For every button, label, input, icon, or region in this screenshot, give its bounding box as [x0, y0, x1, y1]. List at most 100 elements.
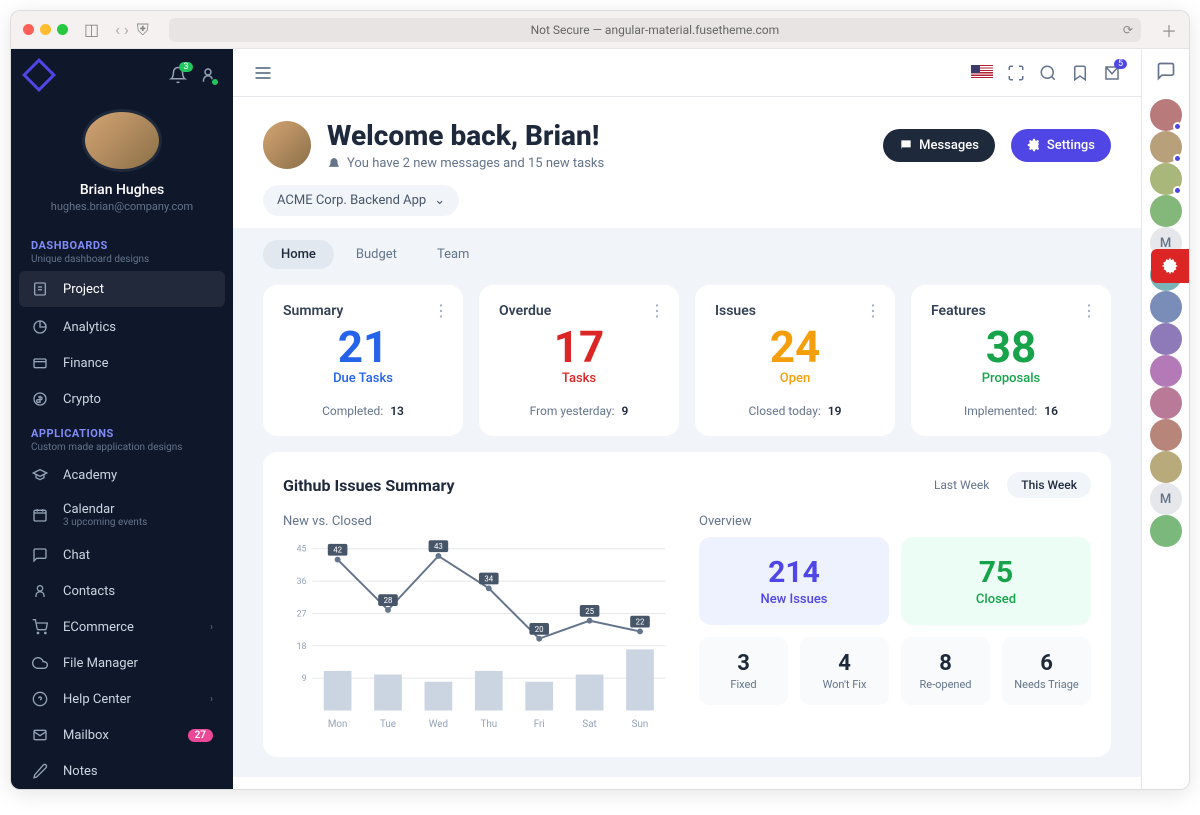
menu-icon[interactable] [253, 63, 273, 83]
contact-avatar[interactable] [1150, 515, 1182, 547]
settings-button[interactable]: Settings [1011, 129, 1111, 162]
card-issues: Issues⋮24OpenClosed today: 19 [695, 285, 895, 436]
card-menu-icon[interactable]: ⋮ [1081, 301, 1097, 320]
sidebar-item-crypto[interactable]: Crypto [11, 381, 233, 417]
contact-letter[interactable]: M [1150, 483, 1182, 515]
flag-icon[interactable] [971, 65, 993, 80]
tab-home[interactable]: Home [263, 240, 334, 269]
sidebar-item-analytics[interactable]: Analytics [11, 309, 233, 345]
svg-text:18: 18 [297, 642, 307, 652]
card-features: Features⋮38ProposalsImplemented: 16 [911, 285, 1111, 436]
url-bar[interactable]: Not Secure — angular-material.fusetheme.… [169, 18, 1141, 42]
card-menu-icon[interactable]: ⋮ [433, 301, 449, 320]
project-selector[interactable]: ACME Corp. Backend App ⌄ [263, 185, 459, 216]
messages-button[interactable]: Messages [883, 129, 995, 162]
ecommerce-icon [31, 618, 49, 636]
nav-forward-icon[interactable]: › [124, 20, 129, 39]
mailbox-icon [31, 726, 49, 744]
section-dashboards-sub: Unique dashboard designs [31, 254, 213, 265]
sidebar-item-chat[interactable]: Chat [11, 537, 233, 573]
header-avatar [263, 121, 311, 169]
contact-avatar[interactable] [1150, 419, 1182, 451]
svg-text:28: 28 [384, 596, 393, 605]
sidebar-item-file-manager[interactable]: File Manager [11, 645, 233, 681]
chat-icon[interactable] [1156, 61, 1176, 81]
card-summary: Summary⋮21Due TasksCompleted: 13 [263, 285, 463, 436]
contact-avatar[interactable] [1150, 323, 1182, 355]
notifications-icon[interactable]: 3 [169, 66, 187, 84]
user-status-icon[interactable] [199, 66, 217, 84]
contact-avatar[interactable] [1150, 131, 1182, 163]
card-menu-icon[interactable]: ⋮ [865, 301, 881, 320]
contact-avatar[interactable] [1150, 163, 1182, 195]
refresh-icon[interactable]: ⟳ [1123, 23, 1133, 37]
svg-text:Mon: Mon [328, 719, 348, 730]
sidebar-item-help-center[interactable]: Help Center› [11, 681, 233, 717]
sidebar-item-calendar[interactable]: Calendar3 upcoming events [11, 493, 233, 537]
contact-avatar[interactable] [1150, 99, 1182, 131]
svg-text:45: 45 [297, 545, 307, 555]
browser-toolbar: ◫ ‹ › ⛨ Not Secure — angular-material.fu… [11, 11, 1189, 49]
overview-re-opened: 8Re-opened [901, 637, 990, 705]
search-icon[interactable] [1039, 64, 1057, 82]
contact-avatar[interactable] [1150, 291, 1182, 323]
section-apps-sub: Custom made application designs [31, 442, 213, 453]
svg-text:Fri: Fri [534, 719, 545, 730]
contact-avatar[interactable] [1150, 451, 1182, 483]
bell-icon [327, 157, 341, 171]
sidebar-icon[interactable]: ◫ [84, 20, 99, 39]
notif-badge: 3 [179, 62, 193, 72]
logo-icon[interactable] [22, 58, 56, 92]
contact-avatar[interactable] [1150, 387, 1182, 419]
overview-needs-triage: 6Needs Triage [1002, 637, 1091, 705]
svg-text:43: 43 [434, 542, 443, 551]
contact-avatar[interactable] [1150, 195, 1182, 227]
mail-icon[interactable]: 5 [1103, 64, 1121, 82]
sidebar: 3 Brian Hughes hughes.brian@company.com … [11, 49, 233, 789]
analytics-icon [31, 318, 49, 336]
window-max-dot[interactable] [57, 24, 68, 35]
window-close-dot[interactable] [23, 24, 34, 35]
contacts-icon [31, 582, 49, 600]
window-min-dot[interactable] [40, 24, 51, 35]
new-tab-icon[interactable]: ＋ [1161, 18, 1177, 42]
github-issues-card: Github Issues Summary Last Week This Wee… [263, 452, 1111, 757]
shield-icon[interactable]: ⛨ [137, 20, 149, 40]
contact-avatar[interactable] [1150, 355, 1182, 387]
bookmark-icon[interactable] [1071, 64, 1089, 82]
notes-icon [31, 762, 49, 780]
settings-float-button[interactable] [1151, 249, 1189, 283]
user-avatar[interactable] [82, 109, 162, 172]
sidebar-item-mailbox[interactable]: Mailbox27 [11, 717, 233, 753]
fullscreen-icon[interactable] [1007, 64, 1025, 82]
sidebar-item-contacts[interactable]: Contacts [11, 573, 233, 609]
svg-text:42: 42 [333, 546, 342, 555]
tab-budget[interactable]: Budget [338, 240, 415, 269]
overview-closed: 75Closed [901, 537, 1091, 625]
topbar: 5 [233, 49, 1141, 97]
toggle-last-week[interactable]: Last Week [920, 472, 1003, 498]
chart-left-sub: New vs. Closed [283, 514, 675, 529]
svg-text:Wed: Wed [429, 719, 448, 730]
chat-icon [31, 546, 49, 564]
page-title: Welcome back, Brian! [327, 119, 604, 152]
sidebar-item-notes[interactable]: Notes [11, 753, 233, 789]
card-overdue: Overdue⋮17TasksFrom yesterday: 9 [479, 285, 679, 436]
sidebar-item-ecommerce[interactable]: ECommerce› [11, 609, 233, 645]
overview-new-issues: 214New Issues [699, 537, 889, 625]
nav-back-icon[interactable]: ‹ [115, 20, 120, 39]
chevron-right-icon: › [210, 694, 213, 705]
svg-text:22: 22 [636, 618, 645, 627]
svg-text:Tue: Tue [380, 719, 396, 730]
sidebar-item-finance[interactable]: Finance [11, 345, 233, 381]
sidebar-item-project[interactable]: Project [19, 271, 225, 307]
academy-icon [31, 466, 49, 484]
chart-title: Github Issues Summary [283, 476, 920, 495]
toggle-this-week[interactable]: This Week [1007, 472, 1091, 498]
tab-team[interactable]: Team [419, 240, 488, 269]
sidebar-item-academy[interactable]: Academy [11, 457, 233, 493]
header-subtitle: You have 2 new messages and 15 new tasks [347, 156, 604, 171]
card-menu-icon[interactable]: ⋮ [649, 301, 665, 320]
crypto-icon [31, 390, 49, 408]
chart-right-sub: Overview [699, 514, 1091, 529]
